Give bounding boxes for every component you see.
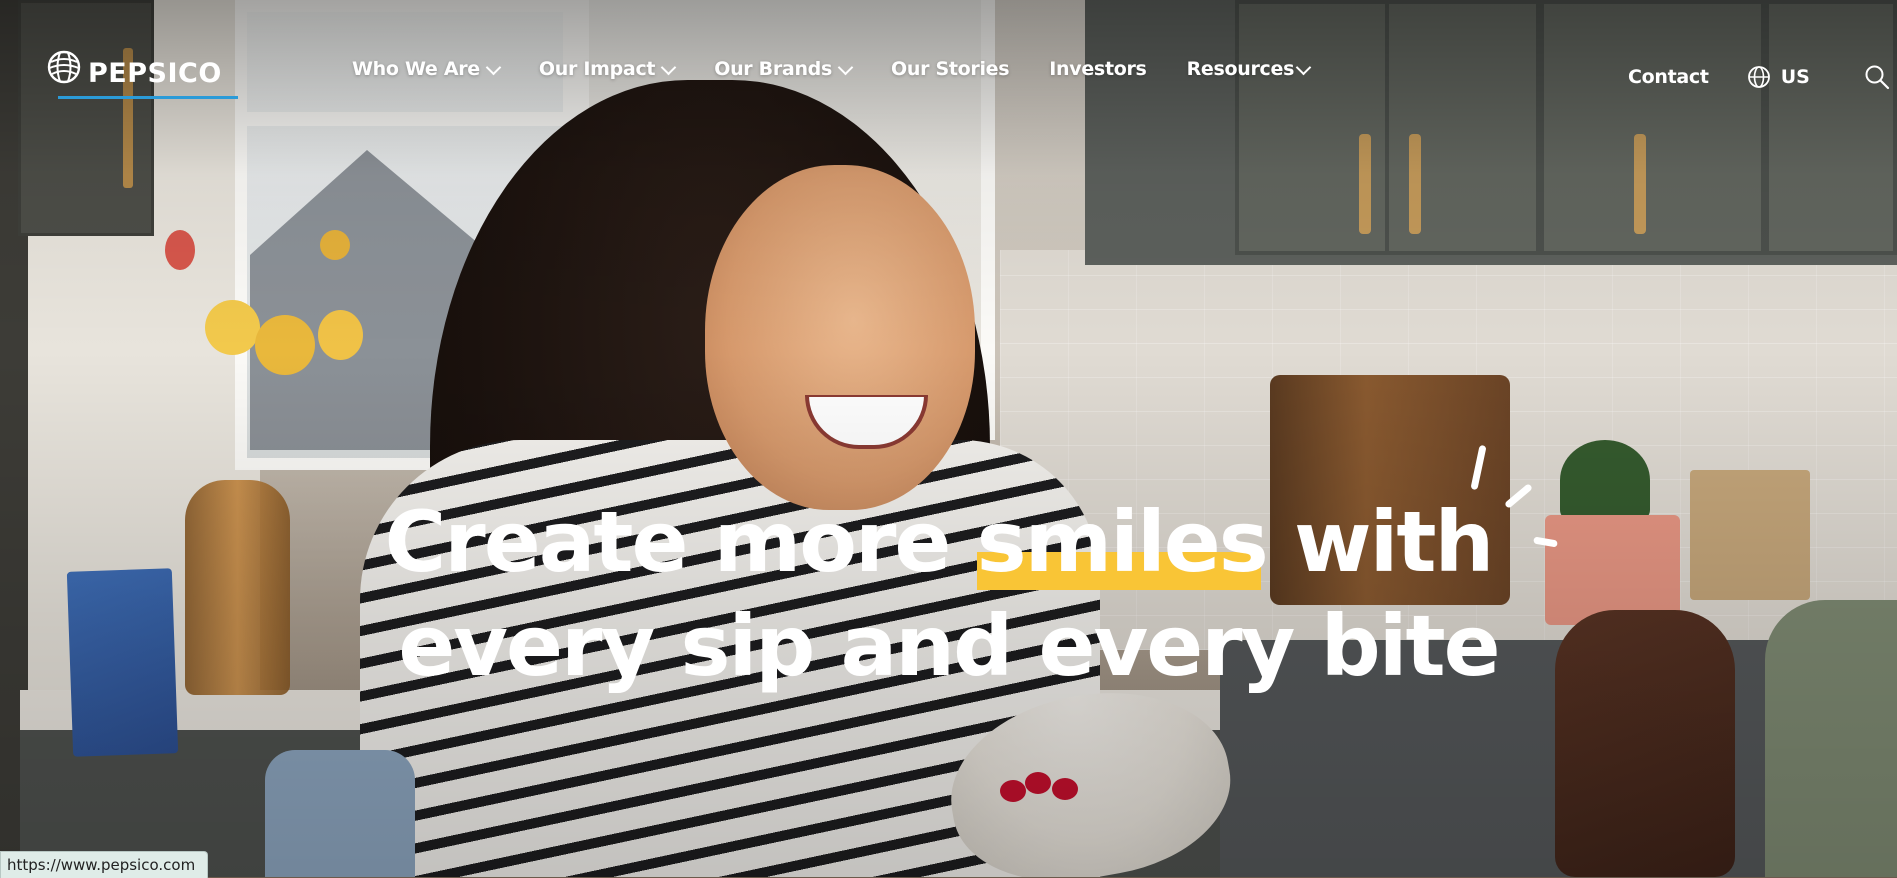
globe-icon	[1747, 66, 1770, 88]
contact-link[interactable]: Contact	[1628, 66, 1709, 88]
chevron-down-icon	[485, 59, 502, 75]
locale-label: US	[1780, 66, 1810, 88]
nav-item-who-we-are[interactable]: Who We Are	[352, 58, 502, 80]
brand-name: PEPSICO	[88, 58, 222, 89]
chevron-down-icon	[837, 59, 854, 75]
search-button[interactable]	[1864, 64, 1890, 90]
nav-item-our-brands[interactable]: Our Brands	[714, 58, 854, 80]
nav-item-label: Investors	[1049, 58, 1147, 80]
search-icon	[1865, 65, 1889, 90]
nav-item-investors[interactable]: Investors	[1049, 58, 1147, 80]
nav-item-our-stories[interactable]: Our Stories	[891, 58, 1010, 80]
nav-item-resources[interactable]: Resources	[1186, 58, 1312, 80]
nav-item-label: Resources	[1186, 58, 1295, 80]
headline-highlight: smiles	[976, 490, 1269, 594]
nav-item-label: Our Impact	[538, 58, 656, 80]
pepsico-globe-icon	[47, 50, 81, 83]
locale-selector[interactable]: US	[1747, 65, 1810, 89]
headline-line-1: Create more smiles with	[0, 490, 1897, 594]
pepsico-logo-link[interactable]: PEPSICO	[46, 44, 222, 89]
nav-item-label: Our Stories	[891, 58, 1010, 80]
hero-headline: Create more smiles with every sip and ev…	[0, 490, 1897, 698]
site-header: PEPSICO Who We Are Our Impact Our Brands…	[0, 0, 1897, 160]
headline-pre: Create more	[384, 493, 977, 591]
nav-item-label: Who We Are	[352, 58, 480, 80]
nav-item-our-impact[interactable]: Our Impact	[538, 58, 677, 80]
headline-line-2: every sip and every bite	[398, 597, 1500, 695]
logo-underline	[58, 96, 238, 99]
utility-nav: Contact US	[1628, 64, 1890, 90]
chevron-down-icon	[1295, 59, 1312, 75]
main-nav: Who We Are Our Impact Our Brands Our Sto…	[352, 58, 1349, 80]
link-status-url: https://www.pepsico.com	[0, 851, 209, 878]
chevron-down-icon	[660, 59, 677, 75]
headline-post: with	[1266, 493, 1494, 591]
nav-item-label: Our Brands	[714, 58, 832, 80]
